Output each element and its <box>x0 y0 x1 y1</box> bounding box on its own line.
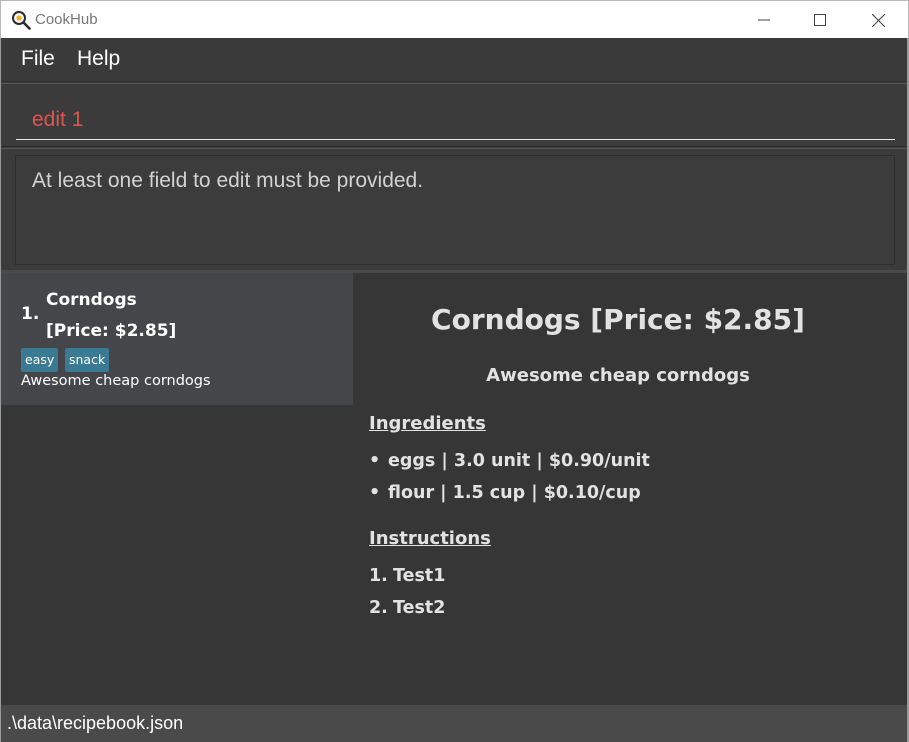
recipe-list-panel: 1. Corndogs [Price: $2.85] easy snack Aw… <box>1 273 353 705</box>
instruction-text: Test2 <box>393 598 446 618</box>
frying-pan-egg-icon <box>11 10 31 30</box>
title-bar: CookHub <box>0 0 909 38</box>
command-input[interactable] <box>16 84 895 140</box>
command-box <box>1 83 907 147</box>
bullet: • <box>369 451 381 471</box>
instruction-text: Test1 <box>393 566 446 586</box>
result-display-panel: At least one field to edit must be provi… <box>1 148 907 270</box>
ingredient-item: • eggs | 3.0 unit | $0.90/unit <box>369 451 650 471</box>
save-location-path: .\data\recipebook.json <box>7 713 184 733</box>
instruction-number: 1. <box>369 566 388 586</box>
instructions-heading: Instructions <box>369 528 491 549</box>
minimize-icon <box>758 14 770 26</box>
ingredient-text: flour | 1.5 cup | $0.10/cup <box>388 483 641 503</box>
instruction-number: 2. <box>369 598 388 618</box>
close-button[interactable] <box>849 1 907 39</box>
maximize-button[interactable] <box>791 1 849 39</box>
maximize-icon <box>814 14 826 26</box>
recipe-index: 1. <box>21 304 40 324</box>
detail-title: Corndogs [Price: $2.85] <box>431 303 805 336</box>
recipe-name: Corndogs <box>46 290 137 310</box>
menu-file[interactable]: File <box>21 47 55 71</box>
status-bar: .\data\recipebook.json <box>1 705 907 742</box>
recipe-detail-panel: Corndogs [Price: $2.85] Awesome cheap co… <box>353 273 907 705</box>
menu-help[interactable]: Help <box>77 47 120 71</box>
ingredients-heading: Ingredients <box>369 413 486 434</box>
tag-badge: snack <box>65 348 110 372</box>
close-icon <box>871 13 885 27</box>
window-title: CookHub <box>35 11 98 28</box>
ingredient-text: eggs | 3.0 unit | $0.90/unit <box>388 451 650 471</box>
bullet: • <box>369 483 381 503</box>
instruction-item: 1. Test1 <box>369 566 445 586</box>
result-display[interactable]: At least one field to edit must be provi… <box>15 155 895 265</box>
tag-badge: easy <box>21 348 59 372</box>
window-frame-left <box>0 38 1 742</box>
minimize-button[interactable] <box>735 1 793 39</box>
result-message: At least one field to edit must be provi… <box>32 169 424 192</box>
recipe-price: [Price: $2.85] <box>46 321 177 341</box>
ingredient-item: • flour | 1.5 cup | $0.10/cup <box>369 483 641 503</box>
instruction-item: 2. Test2 <box>369 598 445 618</box>
recipe-card[interactable]: 1. Corndogs [Price: $2.85] easy snack Aw… <box>1 273 353 405</box>
detail-description: Awesome cheap corndogs <box>486 365 750 386</box>
recipe-description: Awesome cheap corndogs <box>21 373 211 389</box>
menu-bar: File Help <box>1 38 907 82</box>
